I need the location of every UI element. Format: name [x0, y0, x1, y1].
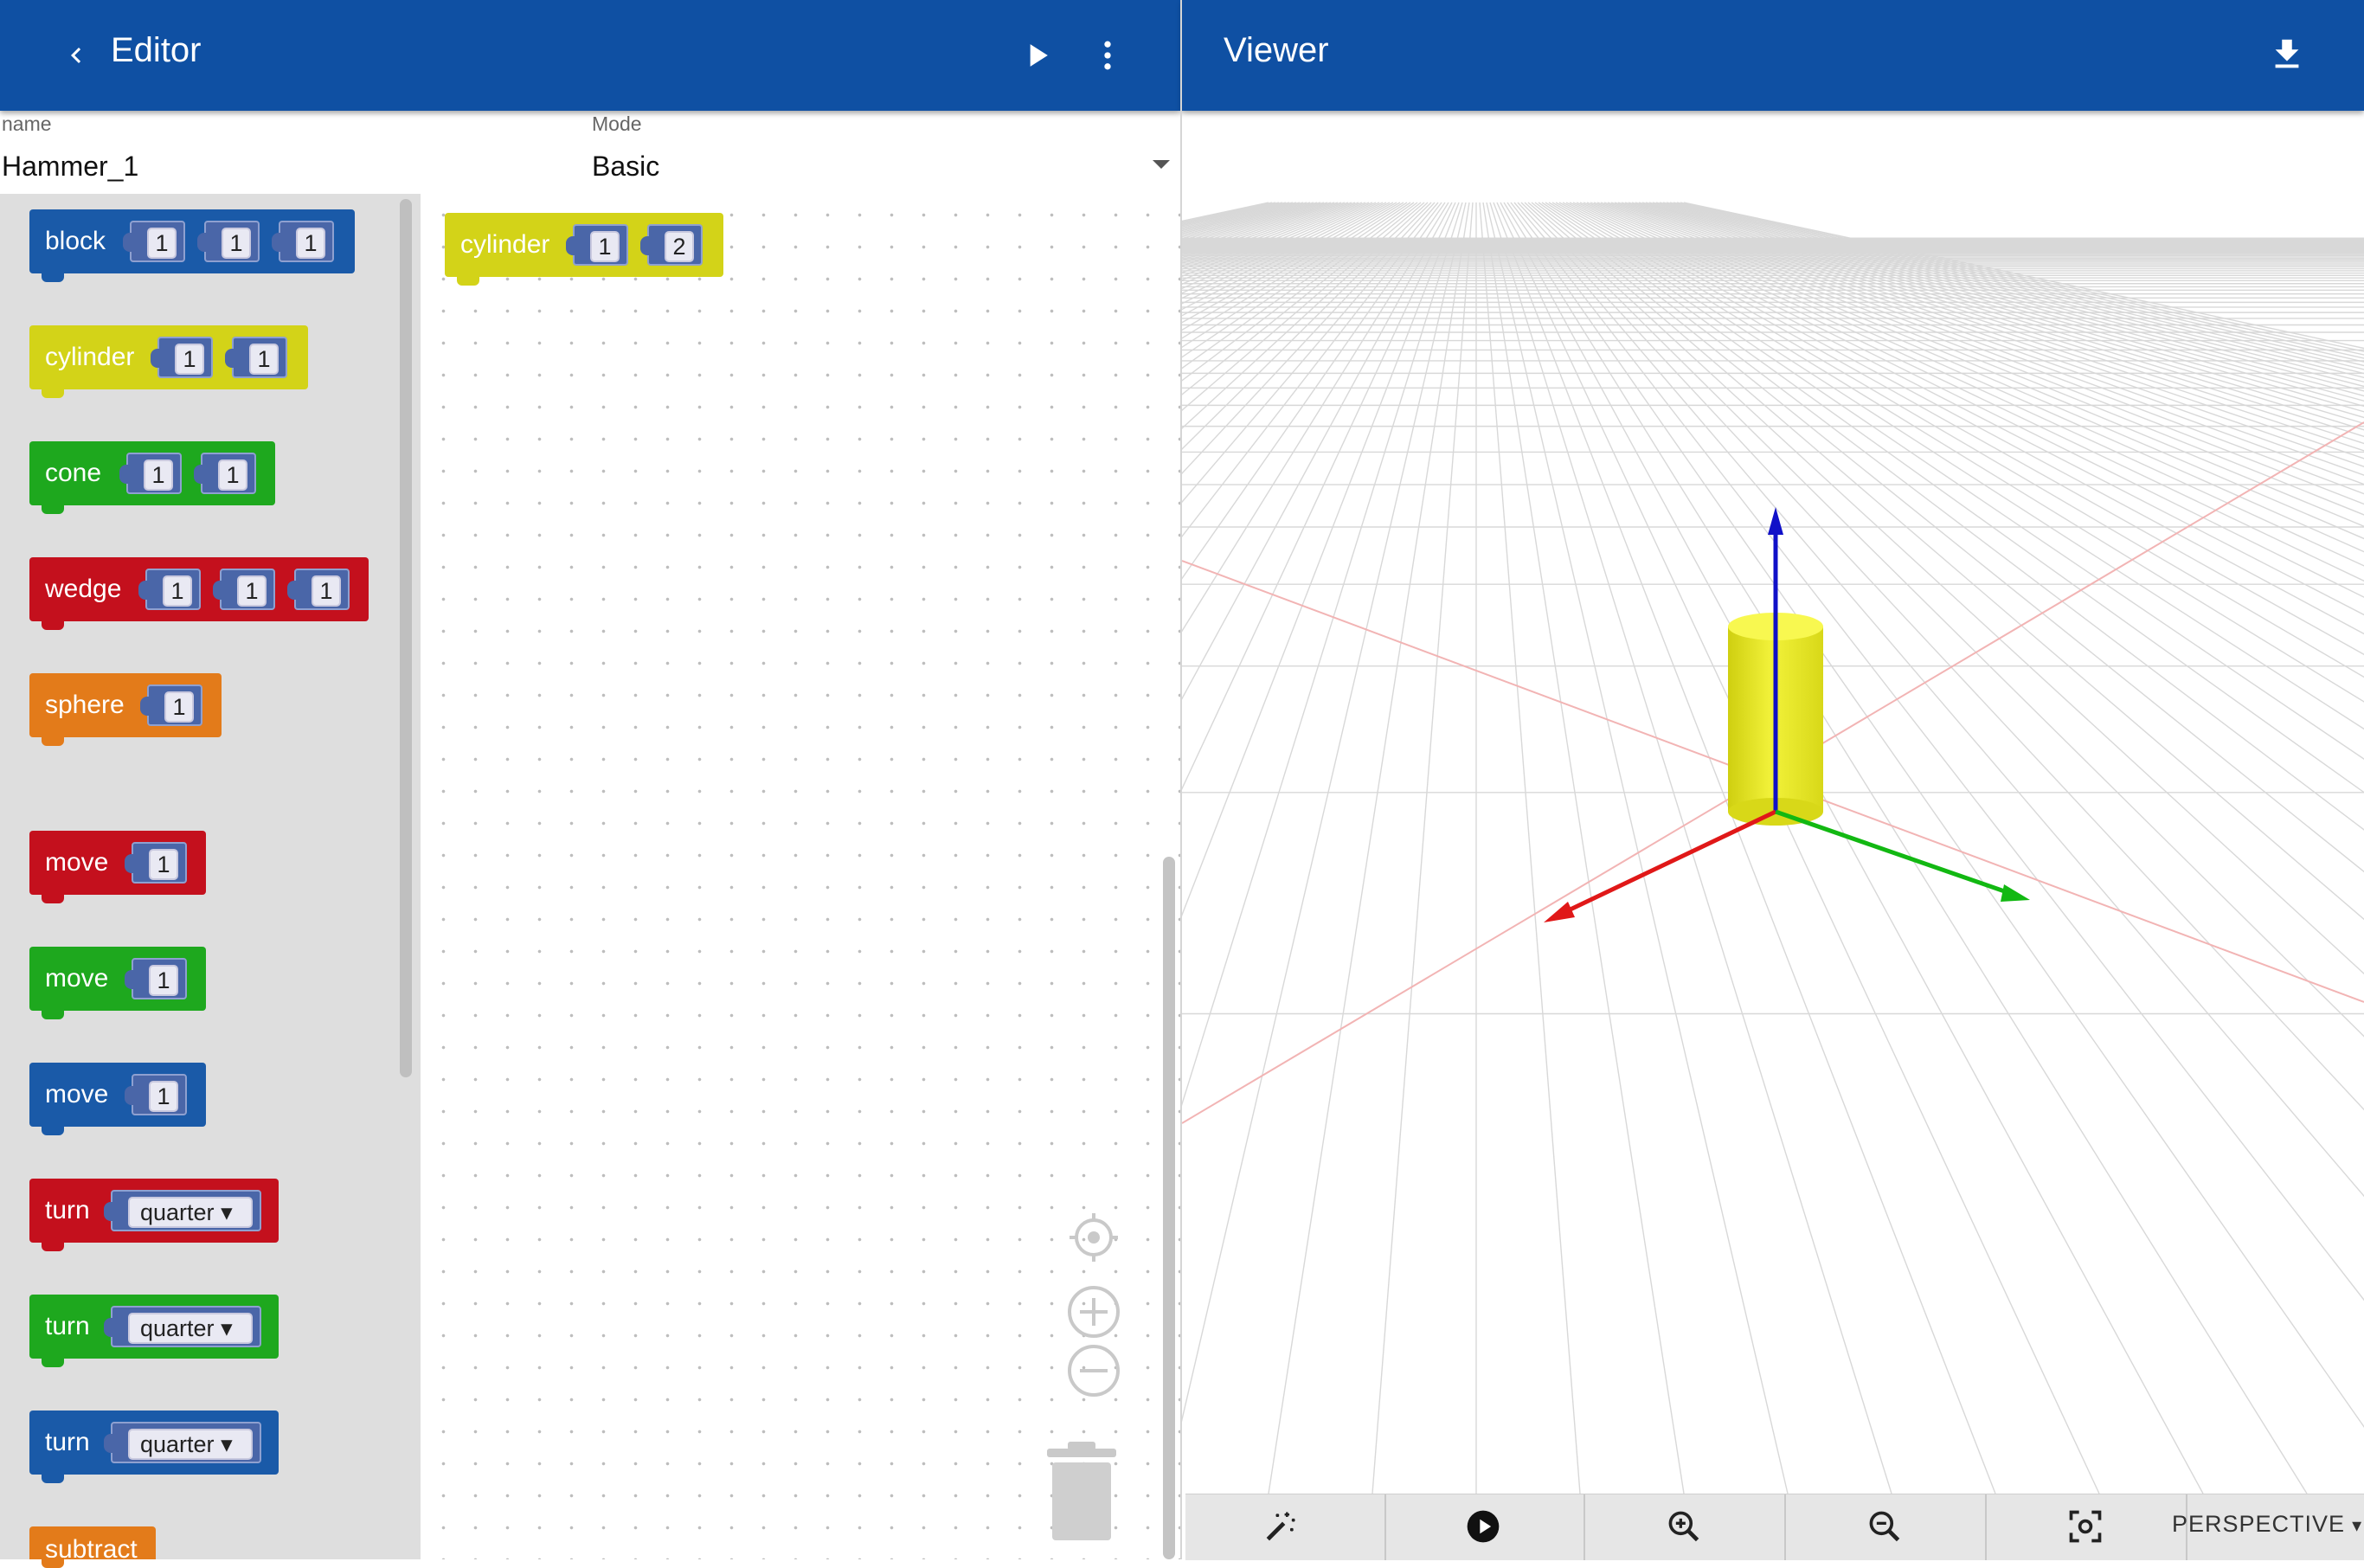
trash-icon[interactable]: [1042, 1440, 1121, 1542]
toolbox-block-cone[interactable]: cone 1 1: [29, 441, 275, 514]
block-label: block: [45, 227, 106, 255]
block-label: turn: [45, 1428, 90, 1456]
number-field[interactable]: 1: [163, 575, 192, 607]
editor-title: Editor: [111, 31, 202, 69]
toolbox-scrollbar[interactable]: [400, 199, 412, 1077]
number-field[interactable]: 1: [147, 228, 177, 259]
number-field[interactable]: 1: [312, 575, 341, 607]
viewer-title: Viewer: [1224, 31, 1329, 69]
block-label: sphere: [45, 691, 125, 719]
mode-select[interactable]: Basic: [592, 151, 659, 183]
number-field[interactable]: 1: [149, 849, 178, 880]
number-field[interactable]: 1: [590, 231, 620, 262]
number-field[interactable]: 1: [149, 1081, 178, 1112]
number-field[interactable]: 1: [296, 228, 325, 259]
block-label: cone: [45, 459, 102, 487]
block-label: move: [45, 1080, 109, 1109]
toolbox-block-turn[interactable]: turn quarter ▾: [29, 1411, 279, 1483]
number-field[interactable]: 1: [249, 344, 279, 375]
toolbox-block-turn[interactable]: turn quarter ▾: [29, 1179, 279, 1251]
toolbox-block-cylinder[interactable]: cylinder 1 1: [29, 325, 308, 398]
dropdown-field[interactable]: quarter ▾: [128, 1313, 253, 1344]
workspace-block-cylinder[interactable]: cylinder 1 2: [445, 213, 723, 286]
viewer-scene[interactable]: [1182, 111, 2364, 1494]
toolbox-block-move[interactable]: move 1: [29, 1063, 206, 1135]
block-label: subtract: [45, 1535, 138, 1564]
toolbox-block-wedge[interactable]: wedge 1 1 1: [29, 557, 369, 630]
more-vert-icon[interactable]: [1089, 36, 1127, 74]
download-icon[interactable]: [2267, 35, 2307, 74]
toolbox-block-subtract[interactable]: subtract: [29, 1526, 156, 1568]
focus-frame-icon[interactable]: [2066, 1507, 2104, 1546]
number-field[interactable]: 1: [144, 459, 173, 491]
camera-mode-select[interactable]: PERSPECTIVE ▾: [2172, 1511, 2362, 1538]
block-label: cylinder: [460, 230, 550, 259]
block-label: cylinder: [45, 343, 135, 371]
number-field[interactable]: 1: [175, 344, 204, 375]
mode-label: Mode: [592, 112, 642, 135]
block-label: turn: [45, 1196, 90, 1224]
zoom-in-icon[interactable]: [1665, 1507, 1703, 1546]
number-field[interactable]: 1: [222, 228, 251, 259]
panel-divider: [1180, 0, 1182, 1559]
recenter-icon[interactable]: [1066, 1210, 1121, 1265]
zoom-out-icon[interactable]: [1066, 1343, 1121, 1398]
zoom-out-icon[interactable]: [1866, 1507, 1904, 1546]
dropdown-field[interactable]: quarter ▾: [128, 1197, 253, 1228]
dropdown-field[interactable]: quarter ▾: [128, 1429, 253, 1460]
name-label: name: [2, 112, 52, 135]
toolbox-block-move[interactable]: move 1: [29, 831, 206, 903]
magic-wand-icon[interactable]: [1262, 1507, 1300, 1546]
toolbox-block-sphere[interactable]: sphere 1: [29, 673, 222, 746]
number-field[interactable]: 1: [149, 965, 178, 996]
number-field[interactable]: 2: [665, 231, 694, 262]
toolbox-block-turn[interactable]: turn quarter ▾: [29, 1295, 279, 1367]
editor-app-bar: Editor: [0, 0, 1180, 111]
play-icon[interactable]: [1018, 36, 1056, 74]
workspace-scrollbar[interactable]: [1163, 857, 1175, 1559]
block-label: move: [45, 848, 109, 877]
toolbox-block-block[interactable]: block 1 1 1: [29, 209, 355, 282]
viewer-app-bar: Viewer: [1182, 0, 2364, 111]
play-circle-icon[interactable]: [1464, 1507, 1502, 1546]
number-field[interactable]: 1: [237, 575, 267, 607]
number-field[interactable]: 1: [218, 459, 247, 491]
number-field[interactable]: 1: [164, 691, 194, 723]
block-label: wedge: [45, 575, 122, 603]
name-input[interactable]: Hammer_1: [2, 151, 138, 183]
zoom-in-icon[interactable]: [1066, 1284, 1121, 1340]
project-fields: [0, 111, 1180, 196]
dropdown-arrow-icon: ▾: [2352, 1514, 2363, 1536]
block-label: move: [45, 964, 109, 993]
dropdown-arrow-icon[interactable]: [1151, 157, 1172, 171]
chevron-left-icon[interactable]: [61, 40, 92, 71]
block-label: turn: [45, 1312, 90, 1340]
toolbox-block-move[interactable]: move 1: [29, 947, 206, 1019]
